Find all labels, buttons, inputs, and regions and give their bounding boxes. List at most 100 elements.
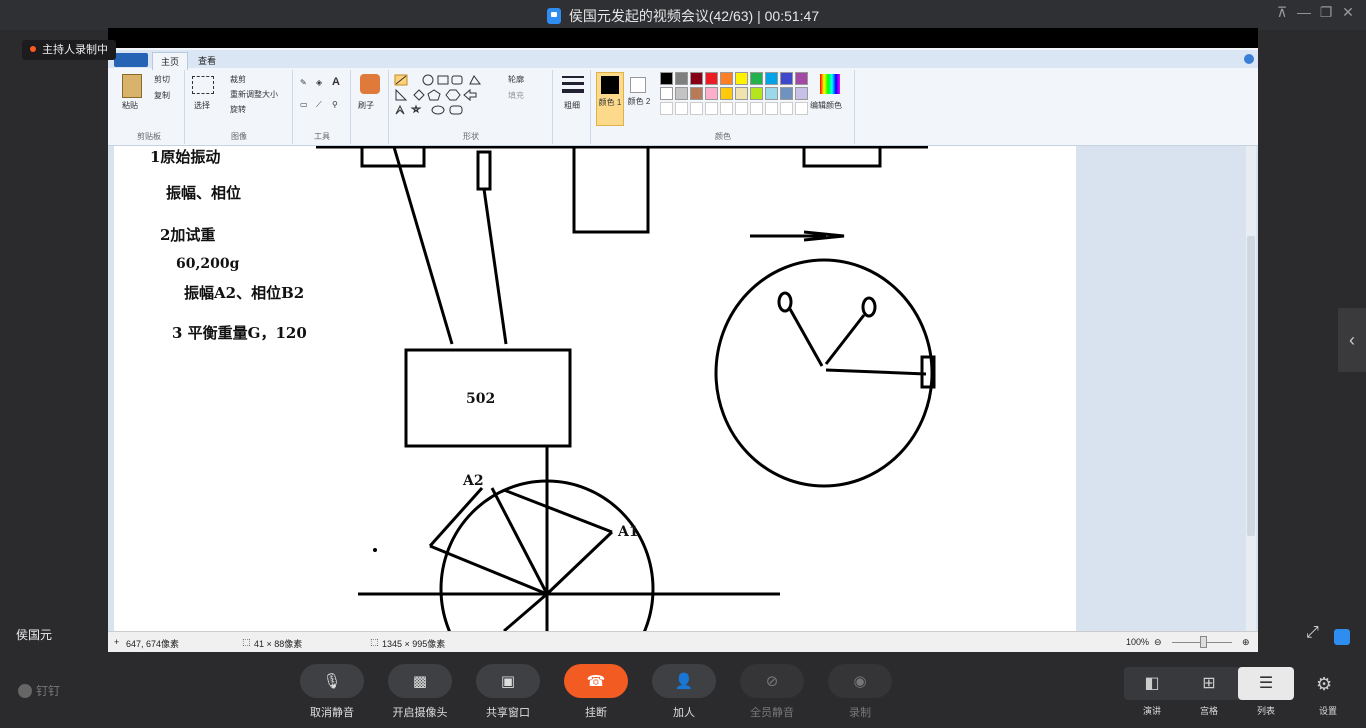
fill-icon[interactable]: ◈ xyxy=(316,78,322,87)
tab-view[interactable]: 查看 xyxy=(190,52,224,69)
palette-swatch-empty[interactable] xyxy=(795,102,808,115)
window-title-text: 侯国元发起的视频会议(42/63) | 00:51:47 xyxy=(568,8,820,24)
palette-swatch[interactable] xyxy=(660,87,673,100)
close-button[interactable]: ✕ xyxy=(1336,4,1360,21)
palette-swatch[interactable] xyxy=(735,72,748,85)
pin-icon[interactable]: ⊼ xyxy=(1270,4,1294,21)
resize-button[interactable]: 重新调整大小 xyxy=(230,89,278,100)
chevron-left-icon: ‹ xyxy=(1349,330,1355,350)
palette-swatch-empty[interactable] xyxy=(750,102,763,115)
edit-colors-icon[interactable] xyxy=(820,74,840,94)
record-button[interactable]: ◉ xyxy=(828,664,892,698)
color2-slot[interactable]: 颜色 2 xyxy=(626,72,652,124)
palette-swatch[interactable] xyxy=(765,72,778,85)
zoom-out-button[interactable]: ⊖ xyxy=(1154,637,1162,648)
color1-label: 颜色 1 xyxy=(598,98,622,107)
palette-swatch[interactable] xyxy=(780,87,793,100)
palette-swatch-empty[interactable] xyxy=(780,102,793,115)
palette-swatch[interactable] xyxy=(735,87,748,100)
brushes-button[interactable]: 刷子 xyxy=(358,100,374,111)
file-menu-button[interactable] xyxy=(114,53,148,67)
palette-swatch[interactable] xyxy=(675,87,688,100)
magnifier-icon[interactable]: ⚲ xyxy=(332,100,338,109)
color1-slot[interactable]: 颜色 1 xyxy=(596,72,624,126)
shapes-gallery[interactable] xyxy=(394,74,500,118)
pencil-icon[interactable]: ✎ xyxy=(300,78,307,87)
paste-icon[interactable] xyxy=(122,74,142,98)
layout-list-button[interactable]: ☰ xyxy=(1238,667,1294,700)
palette-swatch[interactable] xyxy=(720,72,733,85)
palette-swatch-empty[interactable] xyxy=(660,102,673,115)
share-screen-icon: ▣ xyxy=(500,673,516,690)
cut-button[interactable]: 剪切 xyxy=(154,74,170,85)
size-line xyxy=(562,82,584,85)
zoom-slider-thumb[interactable] xyxy=(1200,636,1207,648)
crop-button[interactable]: 裁剪 xyxy=(230,74,246,85)
share-window-button[interactable]: ▣ xyxy=(476,664,540,698)
camera-off-icon: ▩ xyxy=(412,673,428,690)
palette-swatch[interactable] xyxy=(765,87,778,100)
size-icon[interactable] xyxy=(562,76,584,78)
palette-swatch[interactable] xyxy=(675,72,688,85)
paste-button[interactable]: 粘贴 xyxy=(122,100,138,111)
restore-button[interactable]: ❐ xyxy=(1314,4,1338,21)
palette-swatch[interactable] xyxy=(690,72,703,85)
palette-swatch[interactable] xyxy=(750,72,763,85)
add-people-button[interactable]: 👤 xyxy=(652,664,716,698)
palette-swatch-empty[interactable] xyxy=(765,102,778,115)
palette-swatch[interactable] xyxy=(705,87,718,100)
camera-button[interactable]: ▩ xyxy=(388,664,452,698)
outline-button[interactable]: 轮廓 xyxy=(508,74,524,85)
edit-colors-button[interactable]: 编辑颜色 xyxy=(810,100,842,111)
minimize-button[interactable]: — xyxy=(1292,4,1316,20)
palette-swatch-empty[interactable] xyxy=(735,102,748,115)
unmute-label: 取消静音 xyxy=(310,707,354,719)
palette-swatch[interactable] xyxy=(720,87,733,100)
palette-swatch-empty[interactable] xyxy=(705,102,718,115)
layout-grid-button[interactable]: ⊞ xyxy=(1181,667,1237,700)
select-button[interactable]: 选择 xyxy=(194,100,210,111)
hang-up-button[interactable]: ☎ xyxy=(564,664,628,698)
palette-swatch[interactable] xyxy=(795,87,808,100)
palette-swatch-empty[interactable] xyxy=(690,102,703,115)
eraser-icon[interactable]: ▭ xyxy=(300,100,308,109)
fill-button[interactable]: 填充 xyxy=(508,90,524,101)
paint-ribbon: 主页 查看 粘贴 剪切 复制 剪贴板 选择 裁剪 重新调整大小 旋转 图像 ✎ … xyxy=(108,48,1258,146)
palette-swatch-empty[interactable] xyxy=(675,102,688,115)
palette-swatch[interactable] xyxy=(795,72,808,85)
camera-label: 开启摄像头 xyxy=(392,707,448,719)
unmute-button[interactable]: 🎙 xyxy=(300,664,364,698)
palette-swatch[interactable] xyxy=(690,87,703,100)
select-icon[interactable] xyxy=(192,76,214,94)
brand-logo: 钉钉 xyxy=(18,682,60,699)
brush-icon[interactable] xyxy=(360,74,380,94)
record-dot-icon xyxy=(30,46,36,52)
rotate-button[interactable]: 旋转 xyxy=(230,104,246,115)
group-label: 形状 xyxy=(463,132,479,141)
layout-switcher: ◧ ⊞ ☰ xyxy=(1124,667,1294,700)
settings-icon[interactable]: ⚙ xyxy=(1316,674,1332,695)
collapse-panel-button[interactable]: ‹ xyxy=(1338,308,1366,372)
palette-swatch-empty[interactable] xyxy=(720,102,733,115)
text-icon[interactable]: A xyxy=(332,76,340,88)
palette-swatch[interactable] xyxy=(660,72,673,85)
size-button[interactable]: 粗细 xyxy=(564,100,580,111)
group-shapes: 轮廓 填充 形状 xyxy=(390,70,553,144)
share-window-label: 共享窗口 xyxy=(486,707,530,719)
chat-icon[interactable] xyxy=(1334,629,1350,645)
palette-swatch[interactable] xyxy=(780,72,793,85)
vertical-scrollbar[interactable] xyxy=(1246,146,1256,631)
mute-all-label: 全员静音 xyxy=(750,707,794,719)
tab-home[interactable]: 主页 xyxy=(152,52,189,70)
mute-all-button[interactable]: ⊘ xyxy=(740,664,804,698)
layout-speaker-button[interactable]: ◧ xyxy=(1124,667,1180,700)
picker-icon[interactable]: ⟋ xyxy=(316,100,322,110)
palette-swatch[interactable] xyxy=(750,87,763,100)
scroll-thumb[interactable] xyxy=(1247,236,1255,536)
fullscreen-icon[interactable]: ⤢ xyxy=(1306,624,1319,642)
copy-button[interactable]: 复制 xyxy=(154,90,170,101)
help-icon[interactable] xyxy=(1244,54,1254,64)
palette-swatch[interactable] xyxy=(705,72,718,85)
drawing-canvas[interactable]: 1原始振动 振幅、相位 2加试重 60,200g 振幅A2、相位B2 3 平衡重… xyxy=(114,146,1076,631)
zoom-in-button[interactable]: ⊕ xyxy=(1242,637,1250,648)
